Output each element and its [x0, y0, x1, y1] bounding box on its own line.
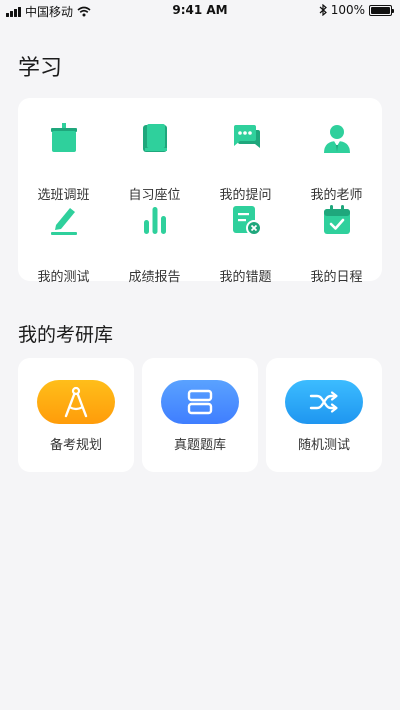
- teacher-icon: [323, 125, 350, 153]
- pencil-icon: [50, 208, 77, 235]
- grid-item-class-switch[interactable]: 选班调班: [18, 122, 109, 203]
- bar-chart-icon: [143, 207, 166, 234]
- grid-item-label: 成绩报告: [128, 270, 181, 285]
- battery-icon: [369, 4, 394, 16]
- grid-item-label: 我的测试: [37, 270, 90, 285]
- bank-pill: [161, 380, 239, 424]
- grid-item-wrong-questions[interactable]: 我的错题: [200, 204, 291, 285]
- bank-card-prep-plan[interactable]: 备考规划: [18, 358, 134, 472]
- status-bar: 中国移动 9:41 AM 100%: [0, 0, 400, 22]
- shuffle-icon: [309, 391, 338, 413]
- compass-icon: [64, 386, 88, 418]
- grid-item-label: 选班调班: [37, 188, 90, 203]
- bank-card-label: 备考规划: [49, 438, 102, 453]
- section-title-study: 学习: [18, 56, 63, 81]
- bank-card-label: 随机测试: [297, 438, 350, 453]
- grid-item-my-schedule[interactable]: 我的日程: [291, 204, 382, 285]
- grid-item-my-questions[interactable]: 我的提问: [200, 122, 291, 203]
- bank-card-label: 真题题库: [173, 438, 226, 453]
- bank-pill: [37, 380, 115, 424]
- calendar-check-icon: [323, 205, 350, 234]
- grid-item-score-report[interactable]: 成绩报告: [109, 204, 200, 285]
- book-icon: [142, 124, 167, 152]
- battery-percent: 100%: [330, 3, 365, 17]
- grid-item-my-tests[interactable]: 我的测试: [18, 204, 109, 285]
- bank-pill: [285, 380, 363, 424]
- grid-item-label: 自习座位: [128, 188, 181, 203]
- study-card: 选班调班 自习座位 我的提问 我的老师 我的测试 成绩报告 我的错题 我的日程: [18, 98, 382, 285]
- grid-item-label: 我的日程: [310, 270, 363, 285]
- signboard-icon: [50, 123, 77, 152]
- grid-item-study-seat[interactable]: 自习座位: [109, 122, 200, 203]
- grid-item-label: 我的老师: [310, 188, 363, 203]
- status-right: 100%: [319, 3, 394, 17]
- grid-item-my-teacher[interactable]: 我的老师: [291, 122, 382, 203]
- chat-bubble-icon: [233, 125, 260, 148]
- bank-card-random-test[interactable]: 随机测试: [266, 358, 382, 472]
- grid-item-label: 我的错题: [219, 270, 272, 285]
- bank-card-past-papers[interactable]: 真题题库: [142, 358, 258, 472]
- grid-item-label: 我的提问: [219, 188, 272, 203]
- stack-icon: [187, 389, 213, 415]
- wrong-note-icon: [232, 206, 262, 236]
- bluetooth-icon: [319, 4, 327, 16]
- section-title-exam-bank: 我的考研库: [18, 324, 114, 346]
